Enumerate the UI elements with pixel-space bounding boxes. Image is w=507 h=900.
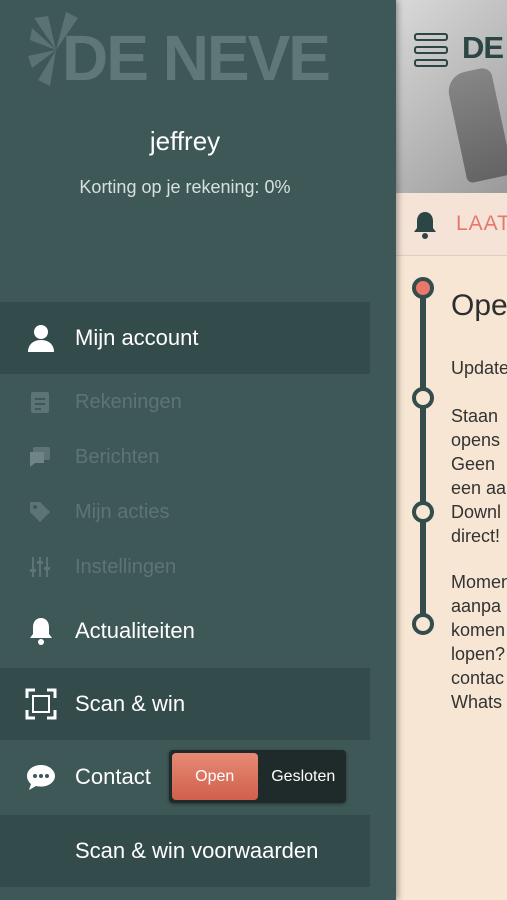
menu-item-label: Mijn account (75, 325, 199, 350)
submenu-item-berichten[interactable]: Berichten (0, 431, 370, 483)
news-timeline: Ope Update Staan opens Geen een aa Downl… (396, 255, 507, 900)
post-paragraph: Momen aanpa komen lopen? contac Whats (451, 572, 507, 712)
notice-text: LAAT (456, 212, 507, 235)
hero-image: DE (396, 0, 507, 193)
sliders-icon (27, 554, 53, 580)
chat-icon (24, 760, 58, 794)
brand-logo: DE NEVE (28, 12, 331, 90)
contact-status-toggle[interactable]: Open Gesloten (169, 750, 346, 803)
discount-text: Korting op je rekening: 0% (79, 177, 291, 197)
submenu-item-instellingen[interactable]: Instellingen (0, 541, 370, 593)
menu-item-actualiteiten[interactable]: Actualiteiten (0, 595, 370, 667)
user-name: jeffrey (149, 126, 221, 156)
hamburger-menu-icon[interactable] (414, 33, 448, 72)
timeline-dot-active (412, 277, 434, 299)
hero-photo (445, 66, 507, 184)
header-logo: DE (462, 30, 504, 65)
submenu-item-label: Rekeningen (75, 390, 182, 413)
menu-item-account[interactable]: Mijn account (0, 302, 370, 374)
notice-banner[interactable]: LAAT (396, 193, 507, 256)
post-title: Ope (451, 289, 507, 322)
toggle-open-option[interactable]: Open (172, 753, 258, 800)
timeline-line (420, 285, 426, 625)
main-content: DE LAAT Ope Update Staan opens Geen een … (396, 0, 507, 900)
svg-text:DE NEVE: DE NEVE (62, 22, 329, 90)
bell-icon (414, 212, 436, 239)
tag-icon (27, 499, 53, 525)
submenu-item-label: Berichten (75, 445, 160, 468)
post-paragraph: Staan opens Geen een aa Downl direct! (451, 406, 507, 546)
user-icon (24, 321, 58, 355)
post-paragraph: Update (451, 358, 507, 378)
submenu-item-mijn-acties[interactable]: Mijn acties (0, 486, 370, 538)
timeline-dot (412, 613, 434, 635)
menu-item-scan-win-terms[interactable]: Scan & win voorwaarden (0, 815, 370, 887)
invoice-icon (27, 389, 53, 415)
submenu-item-label: Instellingen (75, 555, 177, 578)
navigation-drawer: DE NEVE jeffrey Korting op je rekening: … (0, 0, 396, 900)
submenu-item-rekeningen[interactable]: Rekeningen (0, 376, 370, 428)
menu-item-label: Scan & win voorwaarden (75, 838, 319, 863)
scan-icon (24, 687, 58, 721)
menu-item-label: Contact (75, 764, 151, 789)
timeline-dot (412, 387, 434, 409)
bell-icon (24, 614, 58, 648)
menu-item-label: Scan & win (75, 691, 186, 716)
messages-icon (27, 444, 53, 470)
menu-item-scan-win[interactable]: Scan & win (0, 668, 370, 740)
timeline-dot (412, 501, 434, 523)
submenu-item-label: Mijn acties (75, 500, 170, 523)
menu-item-label: Actualiteiten (75, 618, 195, 643)
toggle-closed-option[interactable]: Gesloten (261, 750, 347, 803)
